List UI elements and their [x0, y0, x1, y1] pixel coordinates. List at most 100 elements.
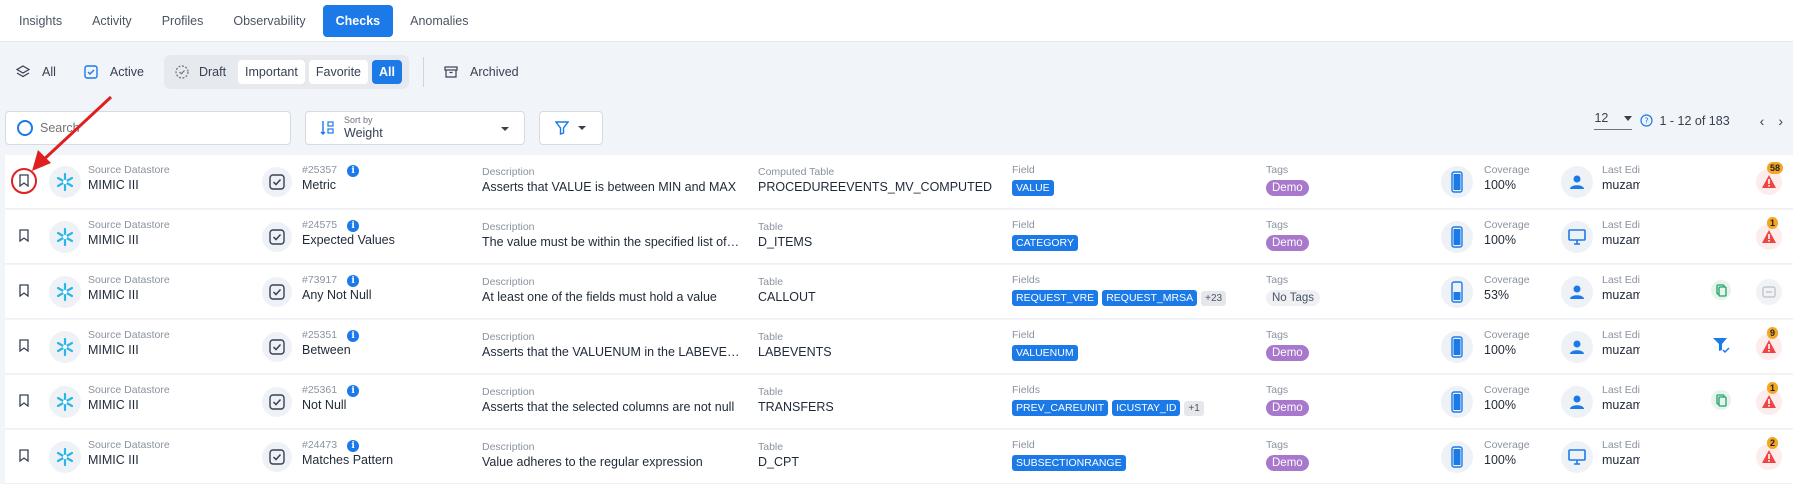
tags-label: Tags	[1266, 164, 1289, 176]
check-rule: #25357 i Metric	[302, 164, 360, 194]
description-text: Value adheres to the regular expression	[482, 455, 703, 469]
anomaly-alert-icon[interactable]: 9	[1756, 327, 1782, 363]
last-edit-label: Last Edit	[1602, 164, 1640, 176]
tag-badge[interactable]: Demo	[1266, 400, 1309, 416]
table-name[interactable]: CALLOUT	[758, 289, 998, 306]
filter-archived[interactable]: Archived	[444, 65, 519, 79]
tag-badge[interactable]: Demo	[1266, 235, 1309, 251]
field-chip[interactable]: CATEGORY	[1012, 235, 1078, 251]
table-row[interactable]: Source Datastore MIMIC III #24473 i Match…	[5, 430, 1793, 484]
divider	[423, 57, 424, 87]
info-icon[interactable]: i	[347, 274, 360, 287]
coverage-label: Coverage	[1484, 164, 1530, 176]
more-fields-badge[interactable]: +23	[1201, 290, 1227, 306]
more-fields-badge[interactable]: +1	[1184, 400, 1204, 416]
tag-badge[interactable]: Demo	[1266, 180, 1309, 196]
next-page-icon[interactable]: ›	[1778, 113, 1783, 129]
table-row[interactable]: Source Datastore MIMIC III #24575 i Expec…	[5, 210, 1793, 264]
field-chip[interactable]: ICUSTAY_ID	[1112, 400, 1181, 416]
table-row[interactable]: Source Datastore MIMIC III #25351 i Betwe…	[5, 320, 1793, 374]
tab-checks[interactable]: Checks	[322, 4, 394, 37]
check-id[interactable]: #25361	[302, 384, 337, 397]
bookmark-icon[interactable]	[19, 394, 29, 410]
editor-name: muzam	[1602, 398, 1640, 412]
table-name[interactable]: PROCEDUREEVENTS_MV_COMPUTED	[758, 179, 998, 196]
bookmark-icon[interactable]	[19, 449, 29, 465]
tag-badge[interactable]: Demo	[1266, 345, 1309, 361]
tag-badge[interactable]: No Tags	[1266, 290, 1320, 306]
draft-icon	[175, 65, 189, 79]
pill-favorite[interactable]: Favorite	[308, 60, 369, 84]
status-filter-bar: All Active Draft Important Favorite All …	[0, 42, 1793, 102]
last-edit-label: Last Edit	[1602, 439, 1640, 451]
anomaly-alert-icon[interactable]: 2	[1756, 437, 1782, 473]
check-id[interactable]: #73917	[302, 274, 337, 287]
field-chip[interactable]: SUBSECTIONRANGE	[1012, 455, 1126, 471]
info-icon[interactable]: i	[347, 384, 360, 397]
per-page-select[interactable]: 12	[1594, 111, 1633, 130]
field-chip[interactable]: REQUEST_VRE	[1012, 290, 1099, 306]
anomaly-alert-icon[interactable]: 1	[1756, 217, 1782, 253]
source-label: Source Datastore	[88, 439, 170, 451]
info-icon[interactable]: i	[347, 219, 360, 232]
datastore-name[interactable]: MIMIC III	[88, 287, 170, 304]
table-row[interactable]: Source Datastore MIMIC III #25361 i Not N…	[5, 375, 1793, 429]
anomaly-alert-icon[interactable]: 58	[1756, 162, 1784, 198]
table-name[interactable]: LABEVENTS	[758, 344, 998, 361]
datastore-name[interactable]: MIMIC III	[88, 397, 170, 414]
table-info: Computed Table PROCEDUREEVENTS_MV_COMPUT…	[758, 166, 998, 196]
help-icon[interactable]: ?	[1640, 114, 1654, 127]
last-edit: Last Edit muzam	[1602, 219, 1640, 249]
sort-select[interactable]: Sort by Weight	[305, 111, 525, 145]
tag-badge[interactable]: Demo	[1266, 455, 1309, 471]
bookmark-icon[interactable]	[19, 229, 29, 245]
coverage-label: Coverage	[1484, 384, 1530, 396]
pill-all[interactable]: All	[372, 60, 402, 84]
field-chip[interactable]: REQUEST_MRSA	[1102, 290, 1198, 306]
datastore-name[interactable]: MIMIC III	[88, 342, 170, 359]
tab-observability[interactable]: Observability	[220, 6, 318, 36]
table-row[interactable]: Source Datastore MIMIC III #25357 i Metri…	[5, 155, 1793, 209]
coverage-label: Coverage	[1484, 329, 1530, 341]
filter-draft[interactable]: Draft	[167, 61, 234, 83]
anomaly-count-badge: 9	[1767, 327, 1779, 339]
field-chip[interactable]: PREV_CAREUNIT	[1012, 400, 1109, 416]
pill-important[interactable]: Important	[238, 60, 305, 84]
bookmark-icon[interactable]	[19, 339, 29, 355]
anomaly-alert-icon[interactable]: 1	[1756, 382, 1782, 418]
check-id[interactable]: #24575	[302, 219, 337, 232]
info-icon[interactable]: i	[347, 439, 360, 452]
description-text: Asserts that the selected columns are no…	[482, 400, 735, 414]
field-label: Field	[1012, 329, 1035, 341]
tags-label: Tags	[1266, 384, 1289, 396]
prev-page-icon[interactable]: ‹	[1760, 113, 1765, 129]
source-label: Source Datastore	[88, 274, 170, 286]
table-row[interactable]: Source Datastore MIMIC III #73917 i Any N…	[5, 265, 1793, 319]
datastore-name[interactable]: MIMIC III	[88, 232, 170, 249]
checks-list: Source Datastore MIMIC III #25357 i Metri…	[5, 155, 1793, 484]
table-name[interactable]: D_ITEMS	[758, 234, 998, 251]
info-icon[interactable]: i	[347, 329, 360, 342]
field-chip[interactable]: VALUE	[1012, 180, 1054, 196]
table-name[interactable]: TRANSFERS	[758, 399, 998, 416]
editor-avatar	[1561, 441, 1593, 473]
check-id[interactable]: #24473	[302, 439, 337, 452]
tab-anomalies[interactable]: Anomalies	[397, 6, 481, 36]
tab-profiles[interactable]: Profiles	[149, 6, 217, 36]
datastore-name[interactable]: MIMIC III	[88, 452, 170, 469]
check-id[interactable]: #25357	[302, 164, 337, 177]
field-chip[interactable]: VALUENUM	[1012, 345, 1078, 361]
bookmark-icon[interactable]	[19, 284, 29, 300]
table-label: Computed Table	[758, 166, 835, 178]
check-id[interactable]: #25351	[302, 329, 337, 342]
table-name[interactable]: D_CPT	[758, 454, 998, 471]
description-text: Asserts that the VALUENUM in the LABEVEN…	[482, 345, 740, 359]
clone-icon[interactable]	[1711, 390, 1731, 413]
sort-value: Weight	[344, 125, 383, 140]
description: Description Asserts that the VALUENUM in…	[482, 331, 740, 361]
table-label: Table	[758, 441, 784, 453]
filter-check-icon[interactable]	[1711, 335, 1731, 358]
filter-button[interactable]	[539, 111, 603, 145]
info-icon[interactable]: i	[347, 164, 360, 177]
clone-icon[interactable]	[1711, 280, 1731, 303]
